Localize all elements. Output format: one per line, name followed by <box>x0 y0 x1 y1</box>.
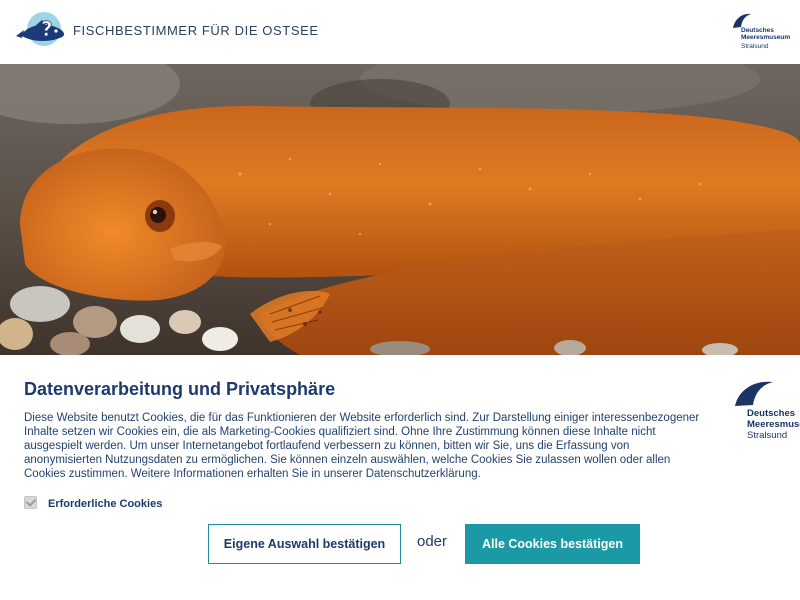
fish-question-mark-icon[interactable]: ? <box>12 10 68 54</box>
meeresmuseum-logo-small[interactable]: Deutsches Meeresmuseum Stralsund <box>731 12 793 54</box>
brand-line-1: Deutsches <box>741 27 774 34</box>
cookie-panel-title: Datenverarbeitung und Privatsphäre <box>24 379 336 399</box>
brand-line-2: Meeresmuseum <box>741 34 791 41</box>
brand-line-3: Stralsund <box>747 430 788 441</box>
or-separator: oder <box>417 533 448 550</box>
meeresmuseum-wave-icon <box>735 381 773 406</box>
hero-fish-photo <box>0 64 800 355</box>
brand-line-2: Meeresmuseum <box>747 419 800 430</box>
app-title: FISCHBESTIMMER FÜR DIE OSTSEE <box>73 23 319 38</box>
required-cookies-label: Erforderliche Cookies <box>48 498 163 510</box>
cookie-consent-panel: Datenverarbeitung und Privatsphäre Diese… <box>0 355 800 600</box>
brand-line-3: Stralsund <box>741 43 769 50</box>
site-header: ? FISCHBESTIMMER FÜR DIE OSTSEE Deutsche… <box>0 0 800 64</box>
meeresmuseum-logo-large: Deutsches Meeresmuseum Stralsund <box>733 379 800 445</box>
required-cookies-checkbox[interactable] <box>24 496 37 509</box>
cookie-panel-text: Diese Website benutzt Cookies, die für d… <box>24 412 700 480</box>
brand-line-1: Deutsches <box>747 408 796 419</box>
confirm-own-selection-button[interactable]: Eigene Auswahl bestätigen <box>208 524 401 564</box>
svg-text:?: ? <box>41 17 53 41</box>
accept-all-cookies-button[interactable]: Alle Cookies bestätigen <box>465 524 640 564</box>
